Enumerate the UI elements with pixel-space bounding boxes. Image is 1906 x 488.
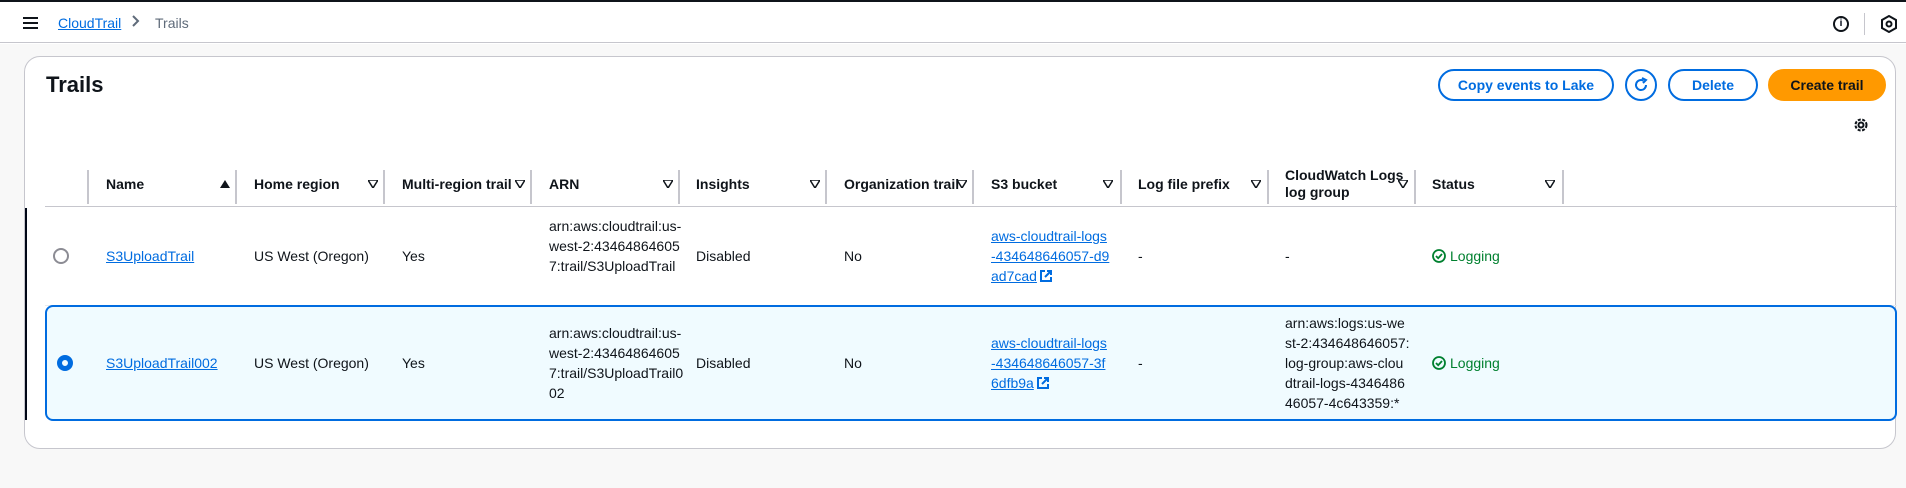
table-left-edge	[25, 208, 27, 420]
trails-table-container: Trails Copy events to Lake Delete Create…	[24, 56, 1897, 449]
log-file-prefix-cell: -	[1138, 248, 1143, 264]
column-header-arn[interactable]: ARN	[549, 160, 579, 207]
external-link-icon[interactable]	[1039, 269, 1053, 283]
status-cell: Logging	[1432, 353, 1500, 373]
column-divider[interactable]	[678, 170, 680, 204]
column-header-s3-bucket[interactable]: S3 bucket	[991, 160, 1057, 207]
status-cell: Logging	[1432, 246, 1500, 266]
s3-bucket-cell: aws-cloudtrail-logs-434648646057-d9ad7ca…	[991, 226, 1111, 286]
table-row[interactable]: S3UploadTrail US West (Oregon) Yes arn:a…	[45, 208, 1897, 306]
trail-name-link[interactable]: S3UploadTrail	[106, 246, 194, 266]
breadcrumb-separator	[131, 14, 141, 31]
success-check-icon	[1432, 249, 1446, 263]
sort-caret-down-icon[interactable]	[1103, 180, 1113, 188]
home-region-cell: US West (Oregon)	[254, 248, 369, 264]
create-trail-button[interactable]: Create trail	[1768, 69, 1886, 101]
organization-trail-cell: No	[844, 248, 862, 264]
column-header-multi-region-trail[interactable]: Multi-region trail	[402, 160, 512, 207]
column-header-name[interactable]: Name	[106, 160, 144, 207]
row-select-radio-checked[interactable]	[57, 355, 73, 371]
trail-name-link[interactable]: S3UploadTrail002	[106, 353, 218, 373]
multi-region-cell: Yes	[402, 355, 425, 371]
sort-ascending-icon[interactable]	[220, 180, 230, 188]
top-navigation-bar: CloudTrail Trails i	[0, 0, 1906, 43]
column-divider[interactable]	[383, 170, 385, 204]
topbar-divider	[1864, 13, 1865, 35]
refresh-icon	[1635, 77, 1648, 91]
log-file-prefix-cell: -	[1138, 355, 1143, 371]
column-header-cloudwatch-logs-log-group[interactable]: CloudWatch Logs log group	[1285, 160, 1415, 207]
copy-events-to-lake-button[interactable]: Copy events to Lake	[1438, 69, 1614, 101]
settings-hexagon-icon[interactable]	[1880, 14, 1898, 34]
row-select-radio[interactable]	[53, 248, 69, 264]
column-divider[interactable]	[87, 170, 89, 204]
cloudwatch-log-group-cell: -	[1285, 248, 1290, 264]
table-row-selected[interactable]: S3UploadTrail002 US West (Oregon) Yes ar…	[45, 305, 1897, 421]
column-divider[interactable]	[1414, 170, 1416, 204]
sort-caret-down-icon[interactable]	[1545, 180, 1555, 188]
column-header-organization-trail[interactable]: Organization trail	[844, 160, 959, 207]
external-link-icon[interactable]	[1036, 376, 1050, 390]
column-header-home-region[interactable]: Home region	[254, 160, 340, 207]
home-region-cell: US West (Oregon)	[254, 355, 369, 371]
cloudwatch-log-group-cell: arn:aws:logs:us-west-2:434648646057:log-…	[1285, 315, 1410, 411]
status-label: Logging	[1450, 355, 1500, 371]
hamburger-menu-icon[interactable]	[20, 14, 42, 32]
status-label: Logging	[1450, 248, 1500, 264]
success-check-icon	[1432, 356, 1446, 370]
organization-trail-cell: No	[844, 355, 862, 371]
sort-caret-down-icon[interactable]	[663, 180, 673, 188]
refresh-button[interactable]	[1625, 69, 1657, 101]
sort-caret-down-icon[interactable]	[957, 180, 967, 188]
column-header-insights[interactable]: Insights	[696, 160, 750, 207]
breadcrumb-trails: Trails	[155, 15, 189, 31]
column-divider[interactable]	[235, 170, 237, 204]
delete-button[interactable]: Delete	[1668, 69, 1758, 101]
arn-cell: arn:aws:cloudtrail:us-west-2:43464864605…	[549, 325, 684, 401]
multi-region-cell: Yes	[402, 248, 425, 264]
insights-cell: Disabled	[696, 248, 751, 264]
s3-bucket-cell: aws-cloudtrail-logs-434648646057-3f6dfb9…	[991, 333, 1111, 393]
column-header-log-file-prefix[interactable]: Log file prefix	[1138, 160, 1230, 207]
column-divider[interactable]	[825, 170, 827, 204]
page-title: Trails	[46, 72, 104, 97]
column-divider[interactable]	[530, 170, 532, 204]
arn-cell: arn:aws:cloudtrail:us-west-2:43464864605…	[549, 218, 682, 274]
sort-caret-down-icon[interactable]	[515, 180, 525, 188]
table-header: Name Home region Multi-region trail ARN …	[45, 160, 1897, 207]
table-preferences-gear-icon[interactable]	[1853, 117, 1869, 133]
sort-caret-down-icon[interactable]	[810, 180, 820, 188]
column-divider[interactable]	[1562, 170, 1564, 204]
insights-cell: Disabled	[696, 355, 751, 371]
sort-caret-down-icon[interactable]	[1398, 180, 1408, 188]
column-divider[interactable]	[1267, 170, 1269, 204]
column-header-status[interactable]: Status	[1432, 160, 1475, 207]
column-divider[interactable]	[1120, 170, 1122, 204]
sort-caret-down-icon[interactable]	[1251, 180, 1261, 188]
info-icon[interactable]: i	[1833, 16, 1849, 32]
column-divider[interactable]	[972, 170, 974, 204]
sort-caret-down-icon[interactable]	[368, 180, 378, 188]
breadcrumb-cloudtrail[interactable]: CloudTrail	[58, 15, 121, 31]
